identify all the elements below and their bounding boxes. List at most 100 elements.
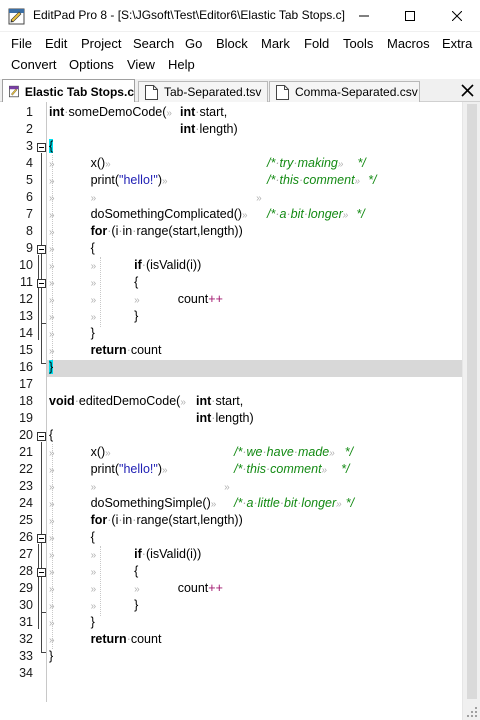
code-line-23: »»» xyxy=(49,482,230,493)
menu-search[interactable]: Search xyxy=(133,36,174,51)
maximize-icon xyxy=(405,10,415,21)
line-number: 27 xyxy=(19,547,33,561)
line-number: 1 xyxy=(26,105,33,119)
maximize-button[interactable] xyxy=(387,0,433,31)
line-number: 15 xyxy=(19,343,33,357)
line-number: 30 xyxy=(19,598,33,612)
fold-end xyxy=(41,652,46,653)
line-number: 2 xyxy=(26,122,33,136)
fold-end xyxy=(41,323,46,324)
line-number: 17 xyxy=(19,377,33,391)
close-window-button[interactable] xyxy=(434,0,480,31)
gutter-border xyxy=(46,102,47,702)
fold-toggle-icon[interactable] xyxy=(37,432,46,441)
line-number: 14 xyxy=(19,326,33,340)
menu-file[interactable]: File xyxy=(11,36,32,51)
code-line-16: } xyxy=(49,360,54,374)
code-line-10: »» if·(isValid(i)) xyxy=(49,258,202,272)
menu-edit[interactable]: Edit xyxy=(45,36,67,51)
code-line-29: »»» count++ xyxy=(49,581,223,595)
window-title: EditPad Pro 8 - [S:\JGsoft\Test\Editor6\… xyxy=(33,8,345,22)
code-line-28: »»{ xyxy=(49,564,139,578)
line-number: 33 xyxy=(19,649,33,663)
code-line-22-comment: /*·this·comment» */ xyxy=(234,462,350,476)
fold-toggle-icon[interactable] xyxy=(37,279,46,288)
menu-go[interactable]: Go xyxy=(185,36,202,51)
tab-elastic-tab-stops[interactable]: Elastic Tab Stops.c xyxy=(2,79,135,103)
vertical-scrollbar[interactable] xyxy=(462,102,480,720)
code-line-1: int·someDemoCode(» xyxy=(49,105,172,119)
code-line-33: } xyxy=(49,649,54,663)
code-line-19: int·length) xyxy=(196,411,254,425)
minimize-icon xyxy=(359,15,369,16)
menu-options[interactable]: Options xyxy=(69,57,114,72)
line-number: 13 xyxy=(19,309,33,323)
line-number: 23 xyxy=(19,479,33,493)
line-number: 21 xyxy=(19,445,33,459)
menu-macros[interactable]: Macros xyxy=(387,36,430,51)
tab-bar: Elastic Tab Stops.c Tab-Separated.tsv Co… xyxy=(0,79,480,103)
fold-line xyxy=(41,153,42,363)
code-line-7-comment: /*·a·bit·longer» */ xyxy=(267,207,365,221)
line-number: 8 xyxy=(26,224,33,238)
minimize-button[interactable] xyxy=(341,0,387,31)
code-line-7: » doSomethingComplicated()» xyxy=(49,207,248,221)
line-number: 5 xyxy=(26,173,33,187)
code-line-11: »»{ xyxy=(49,275,139,289)
line-number: 24 xyxy=(19,496,33,510)
line-number: 3 xyxy=(26,139,33,153)
code-line-3: { xyxy=(49,139,54,153)
close-tab-button[interactable] xyxy=(455,80,479,101)
resize-grip-icon[interactable] xyxy=(460,702,480,720)
code-line-13: »»} xyxy=(49,309,139,323)
scroll-thumb[interactable] xyxy=(467,104,477,699)
code-line-26: »{ xyxy=(49,530,95,544)
close-icon xyxy=(452,10,462,21)
line-number: 31 xyxy=(19,615,33,629)
fold-line xyxy=(41,289,42,323)
line-number: 22 xyxy=(19,462,33,476)
code-line-14: »} xyxy=(49,326,95,340)
tab-comma-separated[interactable]: Comma-Separated.csv xyxy=(269,81,420,102)
menu-block[interactable]: Block xyxy=(216,36,248,51)
fold-line xyxy=(38,544,39,629)
code-line-18-params: int·start, xyxy=(196,394,244,408)
fold-toggle-icon[interactable] xyxy=(37,534,46,543)
line-number: 28 xyxy=(19,564,33,578)
code-line-4-comment: /*·try·making» */ xyxy=(267,156,366,170)
menu-help[interactable]: Help xyxy=(168,57,195,72)
code-line-5-comment: /*·this·comment» */ xyxy=(267,173,377,187)
code-line-24: » doSomethingSimple()» xyxy=(49,496,217,510)
line-number: 25 xyxy=(19,513,33,527)
menu-mark[interactable]: Mark xyxy=(261,36,290,51)
line-number: 16 xyxy=(19,360,33,374)
menu-convert[interactable]: Convert xyxy=(11,57,57,72)
code-line-22: » print("hello!")» xyxy=(49,462,168,476)
fold-toggle-icon[interactable] xyxy=(37,143,46,152)
menu-fold[interactable]: Fold xyxy=(304,36,329,51)
title-bar: EditPad Pro 8 - [S:\JGsoft\Test\Editor6\… xyxy=(0,0,480,32)
code-line-21-comment: /*·we·have·made» */ xyxy=(234,445,354,459)
fold-end xyxy=(41,363,46,364)
tab-tab-separated[interactable]: Tab-Separated.tsv xyxy=(138,81,268,102)
menu-tools[interactable]: Tools xyxy=(343,36,373,51)
code-line-31: »} xyxy=(49,615,95,629)
code-line-12: »»» count++ xyxy=(49,292,223,306)
tab-label: Comma-Separated.csv xyxy=(295,85,418,99)
line-number: 10 xyxy=(19,258,33,272)
line-number: 26 xyxy=(19,530,33,544)
code-line-24-comment: /*·a·little·bit·longer» */ xyxy=(234,496,355,510)
code-line-5: » print("hello!")» xyxy=(49,173,168,187)
menu-project[interactable]: Project xyxy=(81,36,121,51)
menu-view[interactable]: View xyxy=(127,57,155,72)
code-line-2: int·length) xyxy=(180,122,238,136)
fold-line xyxy=(41,578,42,612)
line-number: 6 xyxy=(26,190,33,204)
menu-extra[interactable]: Extra xyxy=(442,36,472,51)
code-line-25: » for·(i·in·range(start,length)) xyxy=(49,513,243,527)
fold-toggle-icon[interactable] xyxy=(37,568,46,577)
fold-toggle-icon[interactable] xyxy=(37,245,46,254)
fold-end xyxy=(41,612,46,613)
code-editor[interactable]: 1 2 3 4 5 6 7 8 9 10 11 12 13 14 15 16 17 18 19 20 21 22 23 24 2… xyxy=(0,102,480,720)
line-number: 9 xyxy=(26,241,33,255)
